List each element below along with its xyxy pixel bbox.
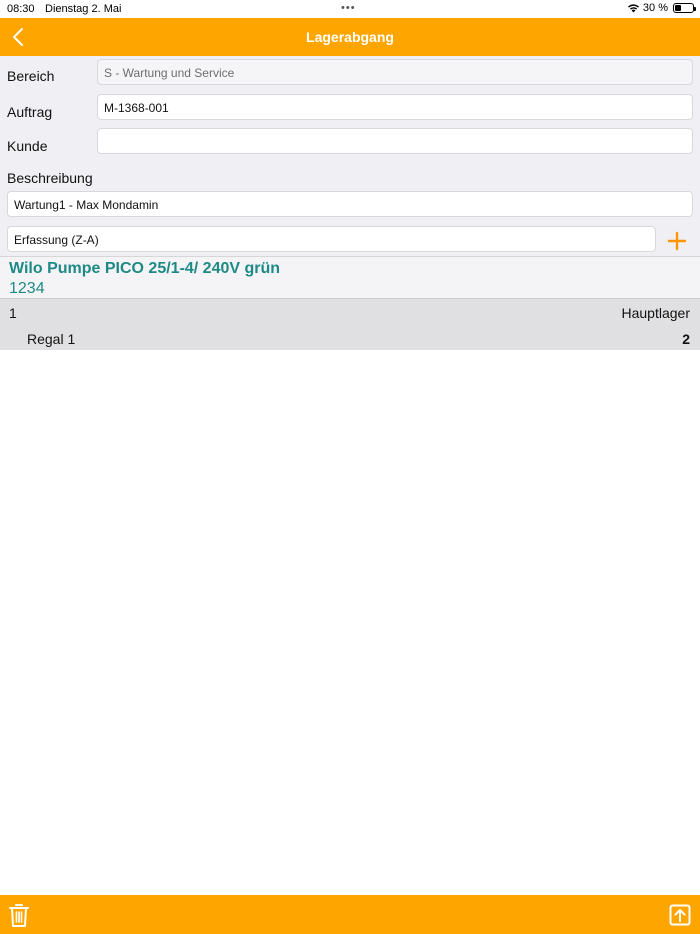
stock-quantity: 1 <box>9 305 17 321</box>
status-right: 30 % <box>627 2 696 14</box>
status-date: Dienstag 2. Mai <box>45 3 122 15</box>
kunde-field[interactable] <box>97 128 693 154</box>
form-area: Bereich S - Wartung und Service Auftrag … <box>0 56 700 256</box>
multitask-dots[interactable]: ••• <box>341 2 356 14</box>
bottom-toolbar <box>0 895 700 934</box>
nav-bar: Lagerabgang <box>0 18 700 56</box>
page-title: Lagerabgang <box>306 29 394 45</box>
product-name: Wilo Pumpe PICO 25/1-4/ 240V grün <box>9 260 281 277</box>
kunde-label: Kunde <box>7 138 48 154</box>
add-icon[interactable] <box>667 231 687 251</box>
wifi-icon <box>627 4 639 13</box>
bereich-label: Bereich <box>7 68 55 84</box>
erfassung-field[interactable]: Erfassung (Z-A) <box>7 226 656 252</box>
auftrag-field[interactable]: M-1368-001 <box>97 94 693 120</box>
stock-count: 2 <box>682 331 690 347</box>
product-header[interactable]: Wilo Pumpe PICO 25/1-4/ 240V grün 1234 <box>0 256 700 298</box>
stock-shelf: Regal 1 <box>27 331 76 347</box>
stock-warehouse: Hauptlager <box>621 305 691 321</box>
battery-percent: 30 % <box>642 2 668 14</box>
trash-icon[interactable] <box>8 903 30 928</box>
stock-row[interactable]: 1 Hauptlager Regal 1 2 <box>0 298 700 350</box>
upload-icon[interactable] <box>669 904 691 926</box>
status-bar: 08:30 Dienstag 2. Mai ••• 30 % <box>0 0 700 18</box>
beschreibung-label: Beschreibung <box>7 170 93 186</box>
battery-icon <box>673 3 696 13</box>
status-time: 08:30 <box>7 3 35 15</box>
chevron-left-icon[interactable] <box>8 26 30 48</box>
bereich-field[interactable]: S - Wartung und Service <box>97 59 693 85</box>
product-number: 1234 <box>9 280 45 297</box>
auftrag-label: Auftrag <box>7 104 53 120</box>
beschreibung-field[interactable]: Wartung1 - Max Mondamin <box>7 191 693 217</box>
